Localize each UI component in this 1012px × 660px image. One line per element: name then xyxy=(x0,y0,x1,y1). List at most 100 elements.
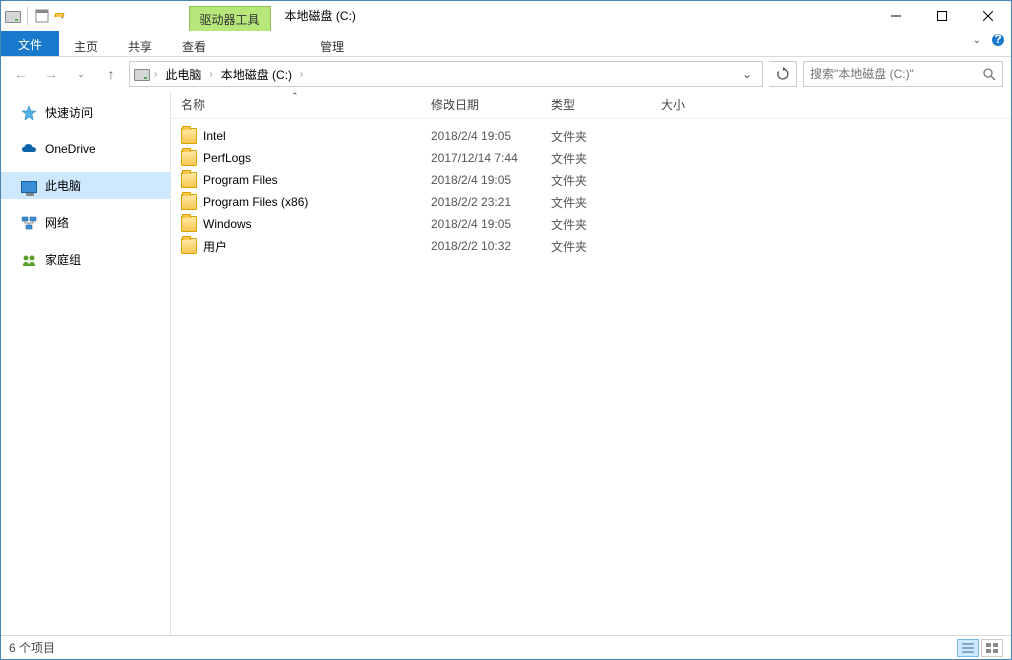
contextual-tab-header: 驱动器工具 xyxy=(189,6,271,31)
file-name: PerfLogs xyxy=(203,151,251,165)
column-header-name[interactable]: 名称 xyxy=(181,96,431,113)
sort-indicator-icon: ⌃ xyxy=(291,91,299,102)
file-name: Program Files (x86) xyxy=(203,195,308,209)
file-type: 文件夹 xyxy=(551,216,661,233)
file-row[interactable]: 用户 2018/2/2 10:32文件夹 xyxy=(171,235,1011,257)
close-button[interactable] xyxy=(965,1,1011,31)
tab-home[interactable]: 主页 xyxy=(59,31,113,56)
column-header-size-label: 大小 xyxy=(661,98,685,112)
svg-text:?: ? xyxy=(994,33,1001,46)
help-icon[interactable]: ? xyxy=(991,33,1005,47)
sidebar-item-network[interactable]: 网络 xyxy=(1,209,170,236)
column-header-name-label: 名称 xyxy=(181,98,205,112)
file-type: 文件夹 xyxy=(551,150,661,167)
address-bar[interactable]: › 此电脑 › 本地磁盘 (C:) › ⌄ xyxy=(129,61,763,87)
details-view-button[interactable] xyxy=(957,639,979,657)
folder-icon xyxy=(181,150,197,166)
minimize-button[interactable] xyxy=(873,1,919,31)
file-type: 文件夹 xyxy=(551,238,661,255)
breadcrumb-current[interactable]: 本地磁盘 (C:) xyxy=(217,66,296,83)
column-header-type[interactable]: 类型 xyxy=(551,96,661,113)
file-row[interactable]: Windows 2018/2/4 19:05文件夹 xyxy=(171,213,1011,235)
file-row[interactable]: Intel 2018/2/4 19:05文件夹 xyxy=(171,125,1011,147)
folder-icon xyxy=(181,238,197,254)
file-tab-label: 文件 xyxy=(18,36,42,53)
star-icon xyxy=(21,105,37,121)
file-row[interactable]: PerfLogs 2017/12/14 7:44文件夹 xyxy=(171,147,1011,169)
address-history-dropdown[interactable]: ⌄ xyxy=(736,67,758,81)
content-pane: ⌃ 名称 修改日期 类型 大小 Intel2018/2/4 19:05文件夹Pe… xyxy=(171,91,1011,635)
file-type: 文件夹 xyxy=(551,128,661,145)
column-header-date[interactable]: 修改日期 xyxy=(431,96,551,113)
sidebar-item-label: 网络 xyxy=(45,214,69,231)
file-date: 2018/2/4 19:05 xyxy=(431,173,551,187)
network-icon xyxy=(21,215,37,231)
tab-view[interactable]: 查看 xyxy=(167,31,221,56)
file-date: 2018/2/2 10:32 xyxy=(431,239,551,253)
file-row[interactable]: Program Files (x86) 2018/2/2 23:21文件夹 xyxy=(171,191,1011,213)
search-box[interactable] xyxy=(803,61,1003,87)
pc-icon xyxy=(21,181,37,193)
file-name: Intel xyxy=(203,129,226,143)
breadcrumb-sep-0: › xyxy=(154,69,157,80)
qat-newfolder-icon[interactable] xyxy=(54,15,56,17)
window-controls xyxy=(873,1,1011,31)
breadcrumb-this-pc[interactable]: 此电脑 xyxy=(161,66,205,83)
file-date: 2018/2/2 23:21 xyxy=(431,195,551,209)
sidebar-item-label: 家庭组 xyxy=(45,251,81,268)
folder-icon xyxy=(181,128,197,144)
tab-manage-label: 管理 xyxy=(320,38,344,55)
breadcrumb-sep-2: › xyxy=(300,69,303,80)
sidebar-item-label: 快速访问 xyxy=(45,104,93,121)
folder-icon xyxy=(181,172,197,188)
file-name: 用户 xyxy=(203,238,227,255)
file-name: Windows xyxy=(203,217,252,231)
back-button[interactable]: ← xyxy=(9,62,33,86)
column-header-type-label: 类型 xyxy=(551,98,575,112)
ribbon-expand-icon[interactable]: ⌄ xyxy=(973,35,981,46)
file-row[interactable]: Program Files 2018/2/4 19:05文件夹 xyxy=(171,169,1011,191)
quick-access-toolbar: ▾ xyxy=(1,1,69,31)
folder-icon xyxy=(181,216,197,232)
body: 快速访问 OneDrive 此电脑 网络 xyxy=(1,91,1011,635)
maximize-button[interactable] xyxy=(919,1,965,31)
search-input[interactable] xyxy=(810,67,970,81)
search-icon[interactable] xyxy=(983,68,996,81)
sidebar-item-quick-access[interactable]: 快速访问 xyxy=(1,99,170,126)
title-bar: ▾ 驱动器工具 本地磁盘 (C:) xyxy=(1,1,1011,31)
cloud-icon xyxy=(21,141,37,157)
file-tab[interactable]: 文件 xyxy=(1,31,59,56)
file-date: 2017/12/14 7:44 xyxy=(431,151,551,165)
sidebar-item-label: 此电脑 xyxy=(45,177,81,194)
file-date: 2018/2/4 19:05 xyxy=(431,217,551,231)
qat-properties-icon[interactable] xyxy=(34,8,50,24)
up-button[interactable]: ↑ xyxy=(99,62,123,86)
tab-share[interactable]: 共享 xyxy=(113,31,167,56)
file-name: Program Files xyxy=(203,173,278,187)
column-headers: ⌃ 名称 修改日期 类型 大小 xyxy=(171,91,1011,119)
sidebar-item-onedrive[interactable]: OneDrive xyxy=(1,136,170,162)
sidebar-item-this-pc[interactable]: 此电脑 xyxy=(1,172,170,199)
tab-manage[interactable]: 管理 xyxy=(305,31,359,56)
tab-view-label: 查看 xyxy=(182,38,206,55)
file-date: 2018/2/4 19:05 xyxy=(431,129,551,143)
tab-share-label: 共享 xyxy=(128,38,152,55)
breadcrumb-sep-1: › xyxy=(209,69,212,80)
sidebar-item-homegroup[interactable]: 家庭组 xyxy=(1,246,170,273)
column-header-size[interactable]: 大小 xyxy=(661,96,741,113)
explorer-window: ▾ 驱动器工具 本地磁盘 (C:) 文件 主页 共享 查看 管理 ⌄ xyxy=(0,0,1012,660)
view-mode-toggle xyxy=(957,639,1003,657)
ribbon-right-controls: ⌄ ? xyxy=(973,33,1005,47)
file-list[interactable]: Intel2018/2/4 19:05文件夹PerfLogs2017/12/14… xyxy=(171,119,1011,635)
large-icons-view-button[interactable] xyxy=(981,639,1003,657)
column-header-date-label: 修改日期 xyxy=(431,98,479,112)
forward-button[interactable]: → xyxy=(39,62,63,86)
recent-locations-dropdown[interactable]: ⌄ xyxy=(69,62,93,86)
refresh-button[interactable] xyxy=(769,61,797,87)
status-bar: 6 个项目 xyxy=(1,635,1011,659)
file-type: 文件夹 xyxy=(551,172,661,189)
contextual-tab-label: 驱动器工具 xyxy=(200,11,260,28)
navigation-pane: 快速访问 OneDrive 此电脑 网络 xyxy=(1,91,171,635)
navigation-bar: ← → ⌄ ↑ › 此电脑 › 本地磁盘 (C:) › ⌄ xyxy=(1,57,1011,91)
file-type: 文件夹 xyxy=(551,194,661,211)
